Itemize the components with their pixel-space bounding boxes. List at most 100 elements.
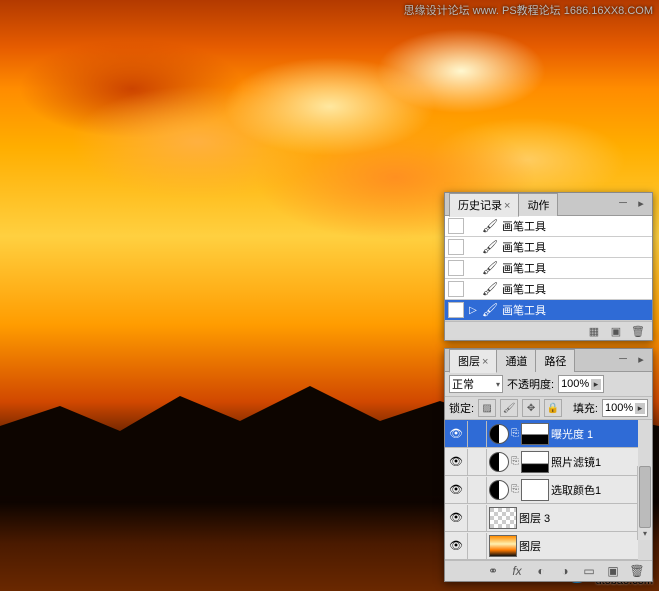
layers-panel: 图层× 通道 路径 ─ ▸ 正常▾ 不透明度: 100%▸ 锁定: ▨ 🖌 ✥ … <box>444 348 653 582</box>
new-group-icon[interactable]: ▭ <box>580 563 598 579</box>
history-row[interactable]: 🖌画笔工具 <box>445 258 652 279</box>
layer-row[interactable]: 👁 ⎘ 选取颜色1 <box>445 476 638 504</box>
layer-fx-icon[interactable]: fx <box>508 563 526 579</box>
layer-name[interactable]: 照片滤镜1 <box>551 454 601 470</box>
lock-transparent-icon[interactable]: ▨ <box>478 399 496 417</box>
layer-thumb[interactable] <box>489 507 517 529</box>
visibility-toggle[interactable]: 👁 <box>445 421 468 447</box>
minimize-icon[interactable]: ─ <box>616 196 630 210</box>
layer-mask-thumb[interactable] <box>521 451 549 473</box>
layer-name[interactable]: 曝光度 1 <box>551 426 593 442</box>
layers-list: 👁 ⎘ 曝光度 1 👁 ⎘ 照片滤镜1 👁 ⎘ 选取颜色1 👁 <box>445 420 652 560</box>
layer-thumb[interactable] <box>489 535 517 557</box>
visibility-toggle[interactable]: 👁 <box>445 477 468 503</box>
new-doc-from-state-icon[interactable]: ▦ <box>586 323 602 339</box>
trash-icon[interactable]: 🗑 <box>630 323 646 339</box>
history-panel: 历史记录× 动作 ─ ▸ 🖌画笔工具 🖌画笔工具 🖌画笔工具 🖌画笔工具 ▷🖌画… <box>444 192 653 341</box>
layer-name[interactable]: 图层 <box>519 538 541 554</box>
layer-name[interactable]: 图层 3 <box>519 510 550 526</box>
tab-actions[interactable]: 动作 <box>518 193 558 216</box>
layers-options-row: 正常▾ 不透明度: 100%▸ <box>445 372 652 397</box>
link-cell[interactable] <box>468 477 487 503</box>
layer-mask-thumb[interactable] <box>521 479 549 501</box>
layer-row[interactable]: 👁 ⎘ 照片滤镜1 <box>445 448 638 476</box>
link-cell[interactable] <box>468 449 487 475</box>
history-tabs: 历史记录× 动作 ─ ▸ <box>445 193 652 216</box>
layers-footer: ⚭ fx ◐ ◑ ▭ ▣ 🗑 <box>445 560 652 581</box>
opacity-label: 不透明度: <box>507 376 554 392</box>
trash-icon[interactable]: 🗑 <box>628 563 646 579</box>
history-snapshot-checkbox[interactable] <box>448 302 464 318</box>
layer-row[interactable]: 👁 ⎘ 曝光度 1 <box>445 420 638 448</box>
history-row[interactable]: ▷🖌画笔工具 <box>445 300 652 321</box>
link-cell[interactable] <box>468 533 487 559</box>
adjustment-icon <box>489 452 509 472</box>
brush-icon: 🖌 <box>482 218 498 234</box>
tab-layers[interactable]: 图层× <box>449 349 497 373</box>
layers-lock-row: 锁定: ▨ 🖌 ✥ 🔒 填充: 100%▸ <box>445 397 652 420</box>
history-snapshot-checkbox[interactable] <box>448 218 464 234</box>
layer-row[interactable]: 👁 图层 <box>445 532 638 560</box>
layer-mask-thumb[interactable] <box>521 423 549 445</box>
new-adjustment-icon[interactable]: ◑ <box>556 563 574 579</box>
layer-link-icon[interactable]: ⚭ <box>484 563 502 579</box>
history-row[interactable]: 🖌画笔工具 <box>445 216 652 237</box>
history-list: 🖌画笔工具 🖌画笔工具 🖌画笔工具 🖌画笔工具 ▷🖌画笔工具 <box>445 216 652 321</box>
history-row[interactable]: 🖌画笔工具 <box>445 279 652 300</box>
lock-move-icon[interactable]: ✥ <box>522 399 540 417</box>
minimize-icon[interactable]: ─ <box>616 352 630 366</box>
blend-mode-select[interactable]: 正常▾ <box>449 375 503 393</box>
layer-row[interactable]: 👁 图层 3 <box>445 504 638 532</box>
link-cell[interactable] <box>468 505 487 531</box>
fill-input[interactable]: 100%▸ <box>602 399 648 417</box>
layer-name[interactable]: 选取颜色1 <box>551 482 601 498</box>
visibility-toggle[interactable]: 👁 <box>445 533 468 559</box>
new-snapshot-icon[interactable]: ▣ <box>608 323 624 339</box>
lock-paint-icon[interactable]: 🖌 <box>500 399 518 417</box>
brush-icon: 🖌 <box>482 239 498 255</box>
lock-label: 锁定: <box>449 400 474 416</box>
scroll-down-icon[interactable]: ▾ <box>638 526 652 540</box>
new-layer-icon[interactable]: ▣ <box>604 563 622 579</box>
close-icon[interactable]: × <box>504 200 510 212</box>
chevron-down-icon: ▾ <box>496 380 500 389</box>
history-label: 画笔工具 <box>502 302 546 318</box>
history-snapshot-checkbox[interactable] <box>448 260 464 276</box>
history-row[interactable]: 🖌画笔工具 <box>445 237 652 258</box>
brush-icon: 🖌 <box>482 281 498 297</box>
history-label: 画笔工具 <box>502 239 546 255</box>
adjustment-icon <box>489 424 509 444</box>
chevron-right-icon: ▸ <box>635 403 645 414</box>
mask-link-icon: ⎘ <box>511 484 519 495</box>
history-footer: ▦ ▣ 🗑 <box>445 321 652 340</box>
visibility-toggle[interactable]: 👁 <box>445 505 468 531</box>
fill-label: 填充: <box>573 400 598 416</box>
link-cell[interactable] <box>468 421 487 447</box>
brush-icon: 🖌 <box>482 302 498 318</box>
panel-menu-icon[interactable]: ▸ <box>634 352 648 366</box>
opacity-input[interactable]: 100%▸ <box>558 375 604 393</box>
eye-icon: 👁 <box>449 539 463 552</box>
lock-all-icon[interactable]: 🔒 <box>544 399 562 417</box>
tab-paths[interactable]: 路径 <box>535 349 575 372</box>
history-snapshot-checkbox[interactable] <box>448 239 464 255</box>
eye-icon: 👁 <box>449 511 463 524</box>
history-label: 画笔工具 <box>502 260 546 276</box>
layers-scrollbar[interactable]: ▴ ▾ <box>637 466 652 540</box>
layers-tabs: 图层× 通道 路径 ─ ▸ <box>445 349 652 372</box>
watermark-top: 思缘设计论坛 www. PS教程论坛 1686.16XX8.COM <box>404 2 653 18</box>
tab-channels[interactable]: 通道 <box>496 349 536 372</box>
add-mask-icon[interactable]: ◐ <box>532 563 550 579</box>
eye-icon: 👁 <box>449 455 463 468</box>
eye-icon: 👁 <box>449 483 463 496</box>
history-label: 画笔工具 <box>502 281 546 297</box>
history-snapshot-checkbox[interactable] <box>448 281 464 297</box>
scrollbar-thumb[interactable] <box>639 466 651 528</box>
mask-link-icon: ⎘ <box>511 428 519 439</box>
panel-menu-icon[interactable]: ▸ <box>634 196 648 210</box>
close-icon[interactable]: × <box>482 356 488 368</box>
visibility-toggle[interactable]: 👁 <box>445 449 468 475</box>
eye-icon: 👁 <box>449 427 463 440</box>
tab-history[interactable]: 历史记录× <box>449 193 519 217</box>
mask-link-icon: ⎘ <box>511 456 519 467</box>
